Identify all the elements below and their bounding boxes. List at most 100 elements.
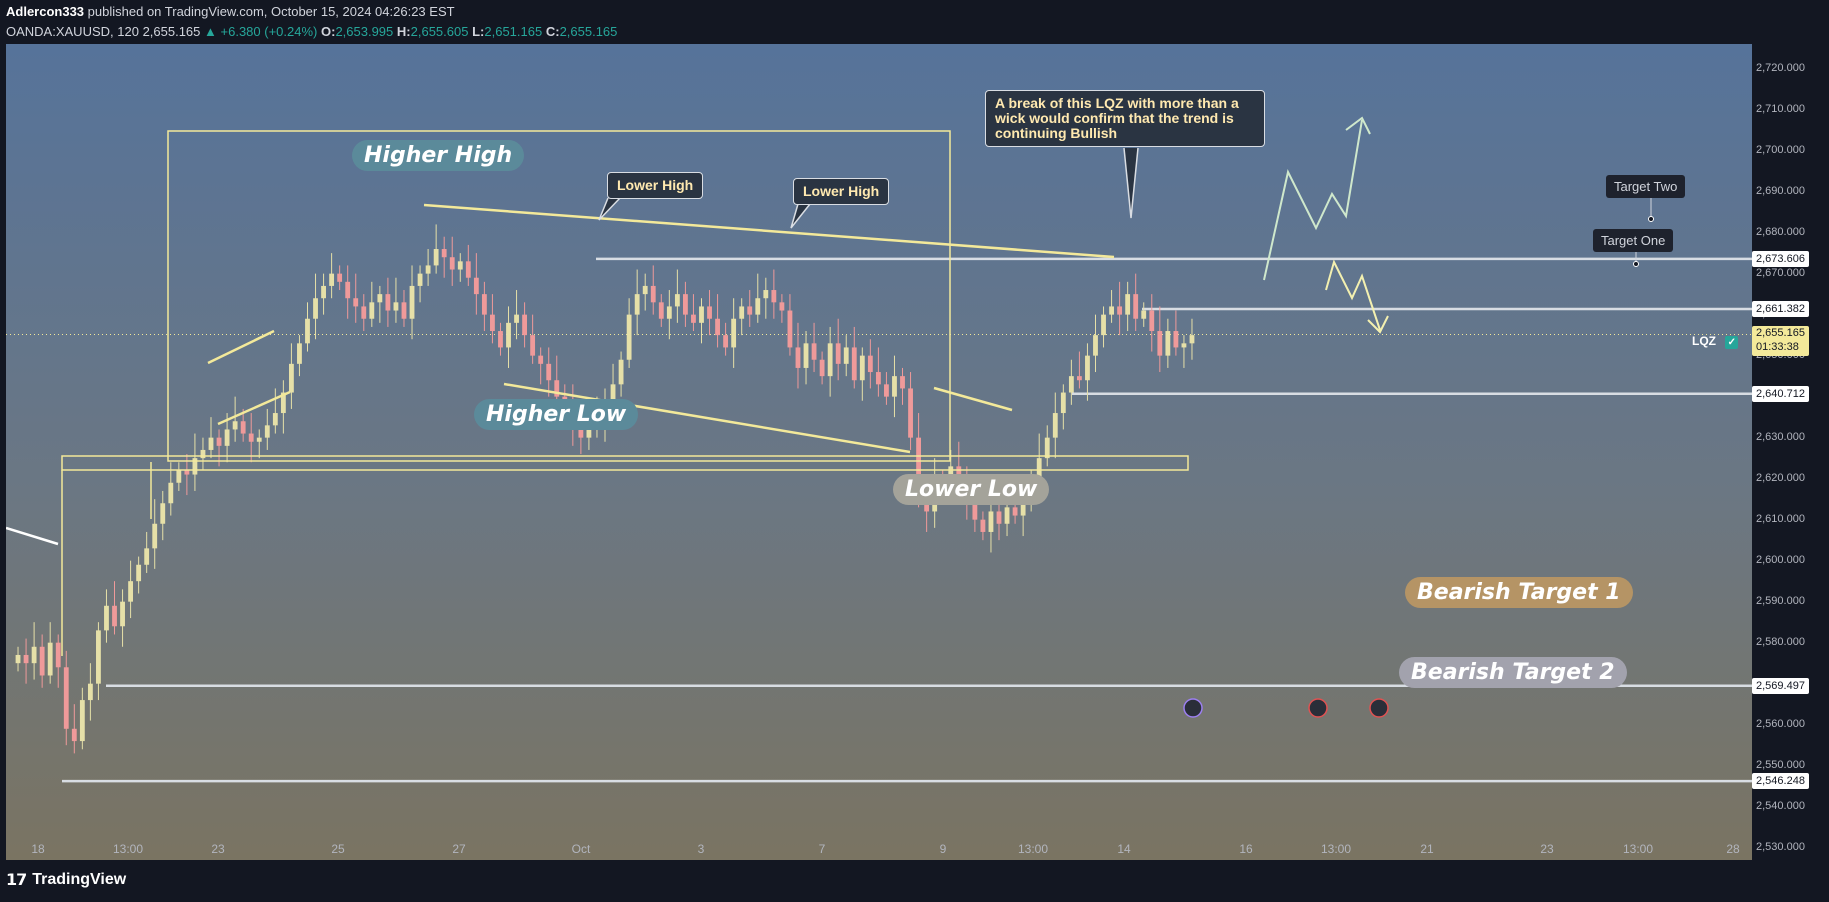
candle-body	[79, 700, 85, 742]
price-tick-label: 2,590.000	[1756, 594, 1805, 607]
candle-body	[506, 322, 511, 348]
candle-body	[634, 294, 640, 315]
label-higher-high: Higher High	[352, 140, 525, 171]
candle-body	[522, 314, 528, 336]
candle-body	[144, 548, 150, 565]
candle-body	[369, 302, 375, 319]
high-value: 2,655.605	[410, 24, 469, 39]
candle-body	[23, 654, 29, 664]
price-axis[interactable]: 2,720.000 2,710.000 2,700.000 2,690.000 2,68…	[1752, 44, 1829, 860]
bullish-projection	[1263, 119, 1363, 281]
high-label: H:	[396, 24, 411, 39]
candle-body	[586, 429, 592, 438]
candle-body	[514, 314, 519, 323]
time-axis[interactable]: 18 13:00 23 25 27 Oct 3 7 9 13:00 14 16 13:00 21 23 13:…	[6, 840, 1752, 860]
time-tick-label: 7	[818, 842, 826, 856]
candle-body	[168, 482, 174, 504]
publish-line: Adlercon333 published on TradingView.com…	[6, 2, 617, 22]
candle-body	[908, 388, 913, 438]
footer-brand[interactable]: 𝟭𝟳 TradingView	[6, 870, 126, 890]
author-name[interactable]: Adlercon333	[6, 4, 84, 19]
bullish-arrowhead	[1345, 116, 1371, 135]
symbol-label[interactable]: OANDA:XAUUSD, 120	[6, 24, 139, 39]
chart-plot-area[interactable]: Higher High Higher Low Lower Low Bearish…	[6, 44, 1752, 860]
candle-body	[851, 347, 857, 381]
time-tick-label: Oct	[571, 842, 591, 856]
candle-body	[1076, 376, 1082, 381]
price-change: ▲ +6.380 (+0.24%)	[204, 24, 318, 39]
candle-body	[707, 306, 712, 319]
candle-body	[787, 310, 793, 348]
candle-body	[972, 503, 978, 520]
candle-body	[361, 306, 367, 319]
candle-body	[377, 294, 383, 303]
lqz-text: LQZ	[1692, 334, 1716, 348]
candle-body	[723, 335, 729, 348]
time-tick-label: 13:00	[1622, 842, 1654, 856]
candle-body	[1060, 392, 1066, 414]
candle-body	[321, 285, 326, 299]
candle-body	[618, 359, 624, 385]
candle-body	[55, 642, 61, 668]
candle-body	[31, 646, 37, 664]
price-level-label: 2,673.606	[1752, 250, 1809, 267]
candle-body	[425, 265, 431, 274]
candle-body	[112, 605, 117, 627]
candle-body	[128, 581, 134, 602]
event-icon-1	[1183, 698, 1203, 718]
candle-body	[755, 298, 761, 315]
candle-body	[980, 519, 986, 532]
label-bearish-target-2: Bearish Target 2	[1399, 657, 1627, 688]
candle-body	[457, 261, 463, 270]
price-tick-label: 2,700.000	[1756, 143, 1805, 156]
candle-body	[1068, 376, 1074, 393]
candle-body	[835, 343, 841, 364]
price-tick-label: 2,530.000	[1756, 840, 1805, 853]
candle-body	[313, 298, 318, 319]
candle-body	[771, 290, 777, 303]
candle-body	[441, 249, 447, 258]
time-tick-label: 23	[211, 842, 225, 856]
flag-upper-line	[207, 329, 275, 365]
candle-body	[1052, 413, 1058, 438]
candle-body	[449, 257, 455, 270]
label-bearish-target-1: Bearish Target 1	[1405, 577, 1633, 608]
candle-body	[184, 470, 190, 475]
candle-body	[39, 646, 45, 676]
candle-body	[345, 281, 351, 299]
candle-body	[465, 261, 471, 278]
candle-body	[811, 343, 817, 360]
candle-body	[160, 503, 166, 524]
ohlc-line: OANDA:XAUUSD, 120 2,655.165 ▲ +6.380 (+0…	[6, 22, 617, 42]
candle-body	[731, 318, 737, 348]
time-tick-label: 25	[331, 842, 345, 856]
candle-body	[1117, 306, 1123, 315]
candle-body	[297, 343, 302, 364]
time-tick-label: 28	[1726, 842, 1740, 856]
candle-body	[256, 437, 262, 442]
candle-body	[481, 294, 487, 315]
time-tick-label: 18	[31, 842, 45, 856]
close-label: C:	[545, 24, 560, 39]
candle-body	[224, 429, 230, 446]
candle-body	[1093, 335, 1098, 356]
candle-body	[650, 285, 656, 303]
price-tick-label: 2,600.000	[1756, 553, 1805, 566]
close-value: 2,655.165	[559, 24, 618, 39]
last-price: 2,655.165	[142, 24, 201, 39]
candle-body	[264, 425, 270, 438]
candle-body	[699, 306, 704, 323]
current-price-label: 2,655.165 01:33:38	[1752, 326, 1809, 357]
candle-body	[337, 273, 343, 282]
candle-body	[433, 249, 439, 266]
time-tick-label: 14	[1117, 842, 1131, 856]
brand-name: TradingView	[32, 871, 127, 888]
candle-body	[305, 318, 310, 344]
demand-zone	[61, 455, 1189, 471]
flag-lower-line	[217, 390, 291, 426]
candle-body	[1004, 507, 1010, 524]
upper-trendline	[423, 203, 1115, 259]
bearish-projection	[1325, 259, 1381, 331]
chart-canvas[interactable]	[6, 44, 1752, 860]
candle-body	[827, 343, 833, 377]
